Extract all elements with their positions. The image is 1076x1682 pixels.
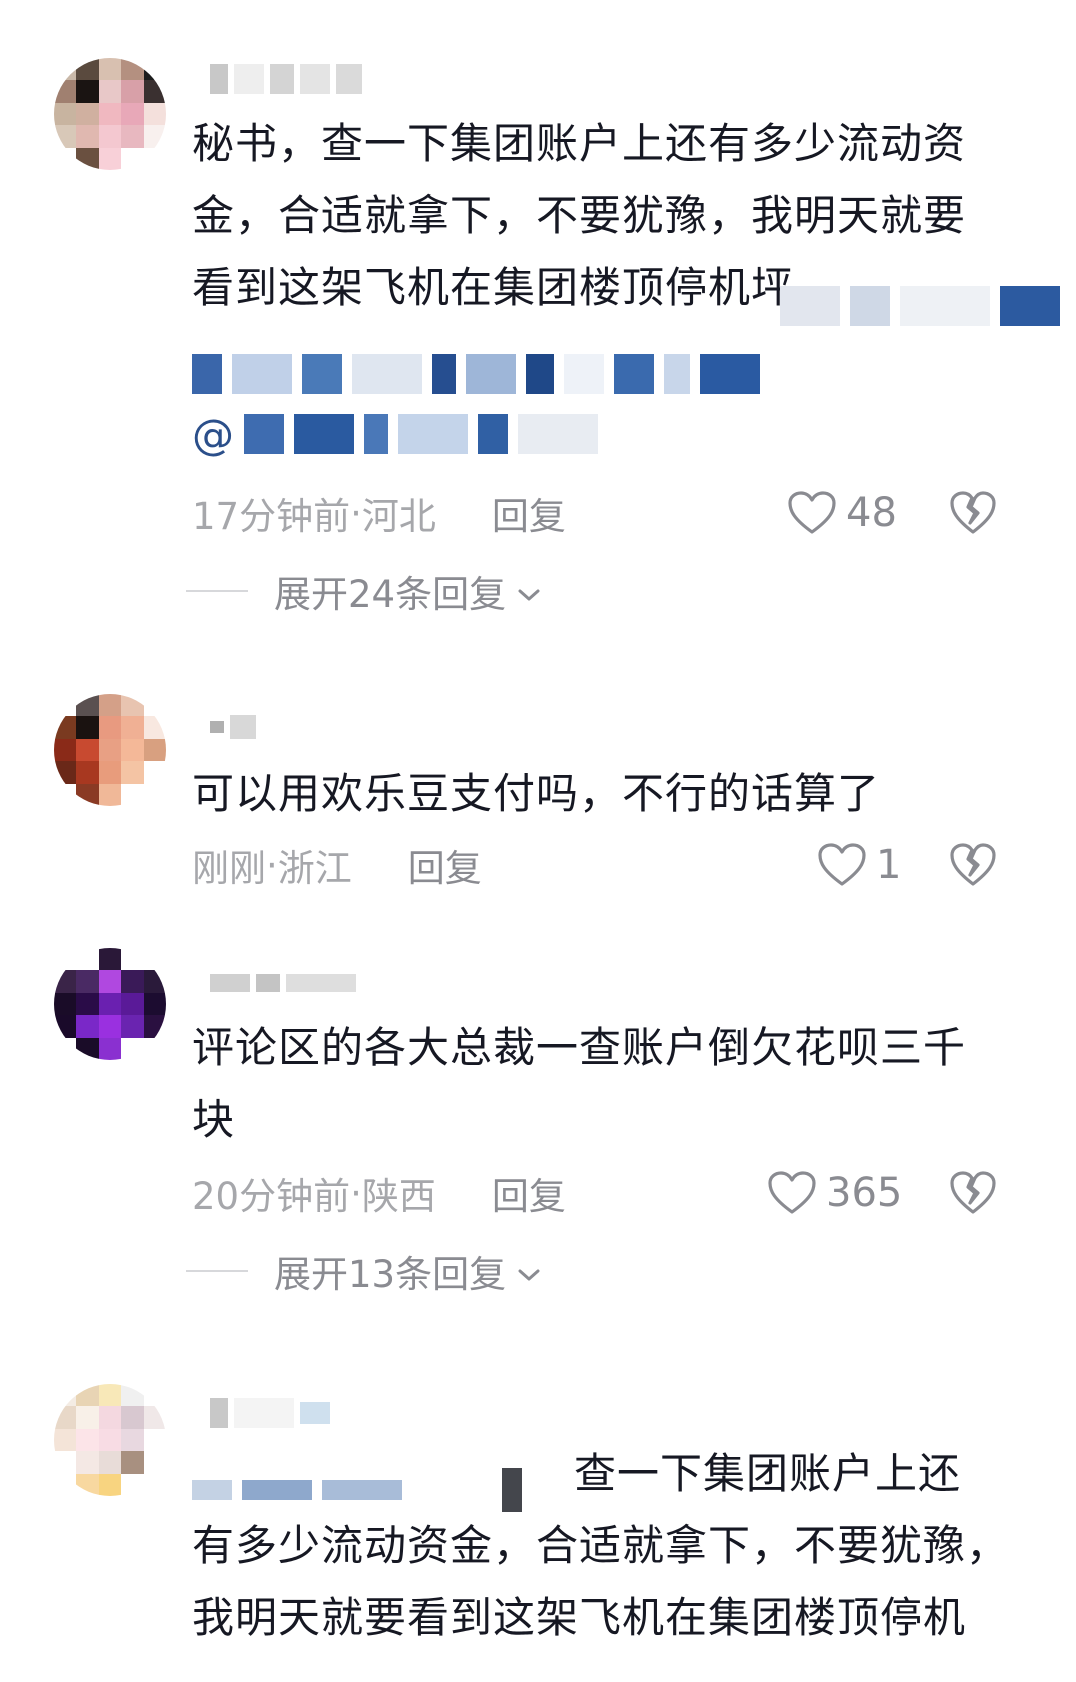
blurred-mention: @ — [192, 410, 598, 459]
broken-heart-icon — [950, 491, 996, 535]
like-count: 365 — [826, 1170, 903, 1216]
comment-time: 刚刚 — [192, 847, 266, 890]
avatar[interactable] — [54, 694, 166, 806]
mention-at[interactable]: @ — [192, 410, 234, 459]
comment-text-line: 块 — [192, 1095, 236, 1144]
comment-meta: 刚刚 · 浙江 回复 — [192, 838, 482, 892]
blurred-mention — [192, 350, 760, 398]
expand-replies[interactable]: 展开24条回复 — [186, 566, 542, 616]
username-blurred[interactable] — [210, 58, 370, 100]
like-button[interactable]: 365 — [768, 1168, 902, 1218]
comment-meta: 17分钟前 · 河北 回复 — [192, 486, 566, 540]
comment-location: 陕西 — [361, 1175, 436, 1218]
comment-text-line: 评论区的各大总裁一查账户倒欠花呗三千 — [192, 1023, 967, 1072]
broken-heart-icon — [950, 1171, 996, 1215]
comment-text-line: 我明天就要看到这架飞机在集团楼顶停机 — [192, 1593, 967, 1642]
comment-text-line: 查一下集团账户上还 — [574, 1449, 962, 1498]
divider — [186, 1270, 248, 1272]
heart-icon — [818, 843, 866, 887]
avatar[interactable] — [54, 948, 166, 1060]
like-count: 48 — [846, 490, 897, 536]
like-count: 1 — [876, 842, 902, 888]
dislike-button[interactable] — [950, 840, 996, 890]
like-button[interactable]: 1 — [818, 840, 901, 890]
reply-button[interactable]: 回复 — [408, 838, 482, 892]
expand-replies-label: 展开24条回复 — [274, 573, 507, 616]
comment-time: 17分钟前 — [192, 495, 351, 538]
heart-icon — [768, 1171, 816, 1215]
meta-separator: · — [350, 1171, 362, 1215]
username-blurred[interactable] — [210, 962, 380, 1004]
avatar[interactable] — [54, 1384, 166, 1496]
broken-heart-icon — [950, 843, 996, 887]
dislike-button[interactable] — [950, 488, 996, 538]
comment-text-line: 有多少流动资金，合适就拿下，不要犹豫， — [192, 1521, 1010, 1570]
blurred-text — [780, 282, 1060, 330]
comment-meta: 20分钟前 · 陕西 回复 — [192, 1166, 566, 1220]
expand-replies[interactable]: 展开13条回复 — [186, 1246, 542, 1296]
meta-separator: · — [350, 491, 362, 535]
expand-replies-label: 展开13条回复 — [274, 1253, 507, 1296]
username-blurred[interactable] — [210, 1392, 410, 1434]
comment-time: 20分钟前 — [192, 1175, 351, 1218]
blurred-mention — [192, 1466, 522, 1514]
comment-text-line: 秘书，查一下集团账户上还有多少流动资 — [192, 119, 967, 168]
avatar[interactable] — [54, 58, 166, 170]
chevron-down-icon — [516, 1250, 542, 1293]
meta-separator: · — [266, 843, 278, 887]
dislike-button[interactable] — [950, 1168, 996, 1218]
username-blurred[interactable] — [210, 706, 370, 748]
reply-button[interactable]: 回复 — [492, 486, 566, 540]
like-button[interactable]: 48 — [788, 488, 897, 538]
divider — [186, 590, 248, 592]
comment-text-line: 金，合适就拿下，不要犹豫，我明天就要 — [192, 191, 967, 240]
heart-icon — [788, 491, 836, 535]
chevron-down-icon — [516, 570, 542, 613]
reply-button[interactable]: 回复 — [492, 1166, 566, 1220]
comment-location: 河北 — [361, 495, 436, 538]
comment-text: 可以用欢乐豆支付吗，不行的话算了 — [192, 769, 881, 818]
comment-location: 浙江 — [277, 847, 352, 890]
